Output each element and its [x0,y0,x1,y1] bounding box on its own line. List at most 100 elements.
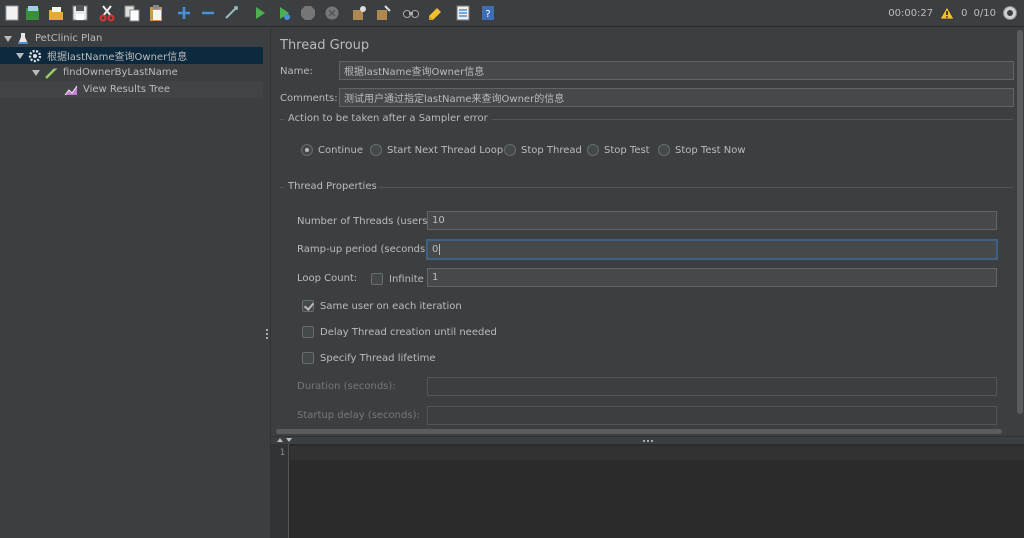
log-viewer[interactable]: 1 [271,444,1024,538]
rampup-field[interactable]: 0 [426,239,998,260]
collapse-icon[interactable] [198,3,218,23]
run-indicator-icon [1003,6,1017,20]
checkbox-box[interactable] [302,300,314,312]
checkbox-label: Delay Thread creation until needed [320,326,497,338]
toggle-icon[interactable] [222,3,242,23]
test-plan-icon [16,32,30,46]
chevron-down-icon[interactable] [32,69,40,77]
thread-lifetime-checkbox[interactable]: Specify Thread lifetime [302,351,436,365]
start-icon[interactable] [250,3,270,23]
horizontal-scrollbar[interactable] [271,428,1004,435]
search-icon[interactable] [401,3,421,23]
scrollbar-thumb[interactable] [1017,30,1023,414]
new-icon[interactable] [2,3,22,23]
delay-thread-checkbox[interactable]: Delay Thread creation until needed [302,325,497,339]
vertical-scrollbar[interactable] [1016,28,1024,432]
http-sampler-icon [44,66,58,80]
radio-dot[interactable] [504,144,516,156]
reset-search-icon[interactable] [425,3,445,23]
radio-dot[interactable] [301,144,313,156]
comments-label: Comments: [280,93,338,104]
checkbox-label: Same user on each iteration [320,300,462,312]
svg-text:?: ? [485,9,490,20]
checkbox-box[interactable] [371,273,383,285]
save-icon[interactable] [70,3,90,23]
help-icon[interactable]: ? [478,3,498,23]
radio-label: Stop Test [604,144,650,156]
tree-item-thread-group[interactable]: 根据lastName查询Owner信息 [0,47,263,64]
templates-icon[interactable] [23,3,43,23]
radio-label: Continue [318,144,363,156]
sampler-error-section: Action to be taken after a Sampler error [280,113,1013,124]
tree-item-http-sampler[interactable]: findOwnerByLastName [0,64,263,81]
drag-handle-icon[interactable] [266,328,268,340]
section-title: Thread Properties [286,181,379,192]
same-user-checkbox[interactable]: Same user on each iteration [302,299,462,313]
radio-label: Stop Test Now [675,144,746,156]
radio-stop-test[interactable]: Stop Test [587,143,650,157]
radio-dot[interactable] [587,144,599,156]
loop-count-field[interactable]: 1 [427,268,997,287]
tree-item-listener[interactable]: View Results Tree [0,81,263,98]
duration-field[interactable] [427,377,997,396]
line-number: 1 [279,448,285,458]
log-panel-divider[interactable] [271,436,1024,444]
chevron-down-icon[interactable] [16,52,24,60]
start-no-pauses-icon[interactable] [274,3,294,23]
shutdown-icon[interactable] [322,3,342,23]
split-pane-divider[interactable] [263,28,271,538]
radio-continue[interactable]: Continue [301,143,363,157]
loop-count-label: Loop Count: [297,273,358,284]
tree-item-test-plan[interactable]: PetClinic Plan [0,30,263,47]
rampup-label: Ramp-up period (seconds): [297,244,433,255]
startup-delay-label: Startup delay (seconds): [297,410,420,421]
active-threads: 0/10 [973,7,996,19]
panel-title: Thread Group [280,38,370,53]
radio-label: Stop Thread [521,144,582,156]
name-field[interactable]: 根据lastName查询Owner信息 [339,61,1014,80]
open-icon[interactable] [46,3,66,23]
radio-start-next-loop[interactable]: Start Next Thread Loop [370,143,503,157]
threads-field[interactable]: 10 [427,211,997,230]
warning-count: 0 [961,7,968,19]
paste-icon[interactable] [146,3,166,23]
expand-up-icon[interactable] [277,438,283,442]
collapse-down-icon[interactable] [286,438,292,442]
radio-stop-thread[interactable]: Stop Thread [504,143,582,157]
tree-item-label: PetClinic Plan [35,33,103,44]
radio-dot[interactable] [658,144,670,156]
thread-group-icon [28,49,42,63]
thread-group-panel: Thread Group Name: 根据lastName查询Owner信息 C… [271,28,1016,432]
text-cursor [439,244,441,255]
thread-properties-section: Thread Properties [280,181,1013,192]
test-plan-tree: PetClinic Plan 根据lastName查询Owner信息 findO… [0,28,263,538]
run-status: 00:00:27 0 0/10 [888,4,1018,22]
expand-icon[interactable] [174,3,194,23]
tree-item-label: findOwnerByLastName [63,67,178,78]
copy-icon[interactable] [122,3,142,23]
checkbox-label: Infinite [389,273,424,285]
name-label: Name: [280,66,313,77]
comments-field[interactable]: 测试用户通过指定lastName来查询Owner的信息 [339,88,1014,107]
infinite-checkbox[interactable]: Infinite [371,272,424,286]
elapsed-time: 00:00:27 [888,7,934,19]
function-helper-icon[interactable] [453,3,473,23]
clear-all-icon[interactable] [373,3,393,23]
tree-item-label: View Results Tree [83,84,171,95]
checkbox-label: Specify Thread lifetime [320,352,436,364]
warning-icon[interactable] [939,6,955,20]
duration-label: Duration (seconds): [297,381,396,392]
radio-dot[interactable] [370,144,382,156]
chevron-down-icon[interactable] [4,35,12,43]
drag-handle-icon[interactable] [643,440,653,442]
checkbox-box[interactable] [302,326,314,338]
section-title: Action to be taken after a Sampler error [286,113,490,124]
startup-delay-field[interactable] [427,406,997,425]
scrollbar-thumb[interactable] [276,429,1002,434]
line-number-gutter: 1 [271,444,289,538]
radio-stop-test-now[interactable]: Stop Test Now [658,143,746,157]
cut-icon[interactable] [97,3,117,23]
stop-icon[interactable] [298,3,318,23]
checkbox-box[interactable] [302,352,314,364]
clear-icon[interactable] [349,3,369,23]
